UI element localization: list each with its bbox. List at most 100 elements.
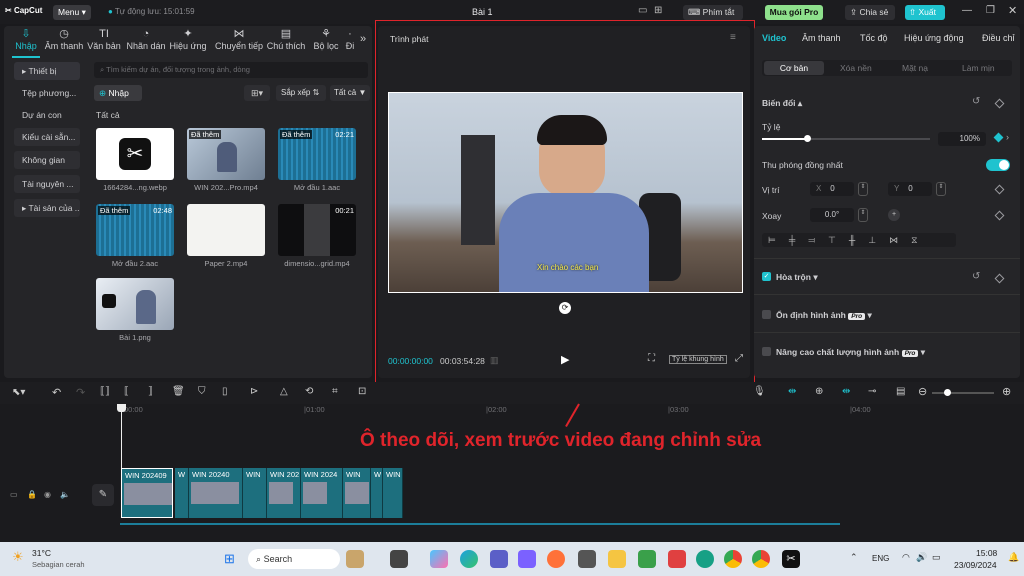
wifi-icon[interactable]: ◠ (902, 552, 910, 563)
rotate-icon[interactable]: ⟲ (305, 386, 313, 397)
expand-tabs-icon[interactable]: » (360, 33, 366, 45)
file-explorer-icon[interactable] (608, 550, 626, 568)
start-button[interactable]: ⊞ (224, 551, 235, 567)
snap-icon[interactable]: ⇹ (842, 386, 850, 397)
chrome-icon[interactable] (724, 550, 742, 568)
close-icon[interactable]: ✕ (1008, 4, 1017, 17)
split-left-icon[interactable]: ⟦ (124, 386, 129, 397)
capcut-taskbar-icon[interactable]: ✂ (782, 550, 800, 568)
chrome-profile-icon[interactable] (752, 550, 770, 568)
video-clip[interactable]: WIN (343, 468, 371, 518)
media-item[interactable]: Đã thêm 02:48 (96, 204, 174, 256)
sort-button[interactable]: Sắp xếp ⇅ (276, 85, 326, 101)
keyframe-icon[interactable] (994, 273, 1005, 284)
align-bottom-icon[interactable]: ⊥ (868, 235, 889, 245)
tray-chevron-icon[interactable]: ⌃ (850, 552, 858, 563)
notification-icon[interactable]: 🔔 (1008, 552, 1019, 563)
share-button[interactable]: ⇪ Chia sẻ (845, 5, 895, 20)
media-item[interactable]: 00:21 (278, 204, 356, 256)
reverse-icon[interactable]: ⊳ (250, 386, 258, 397)
view-toggle-icon[interactable]: ⊞▾ (244, 85, 270, 101)
reset-icon[interactable]: ↺ (972, 96, 980, 107)
clock-time[interactable]: 15:08 (976, 548, 997, 558)
undo-icon[interactable]: ↶ (52, 386, 61, 399)
track-edit-button[interactable]: ✎ (92, 484, 114, 506)
buy-pro-button[interactable]: Mua gói Pro (765, 5, 823, 20)
position-x-input[interactable]: X 0 (810, 182, 854, 196)
sidebar-item-assets[interactable]: ▸ Tài sản của ... (14, 199, 80, 217)
scale-input[interactable]: 100% (938, 132, 986, 146)
link-icon[interactable]: ⇹ (788, 386, 796, 397)
track-visible-icon[interactable]: ◉ (44, 490, 51, 499)
widget-app-icon[interactable] (346, 550, 364, 568)
sidebar-item-media[interactable]: Tệp phương... (14, 84, 80, 102)
language-indicator[interactable]: ENG (872, 554, 889, 563)
edge-icon[interactable] (460, 550, 478, 568)
video-clip[interactable]: WIN 202 (267, 468, 301, 518)
caption-track-icon[interactable]: ▤ (896, 386, 905, 397)
keyframe-icon[interactable] (994, 210, 1005, 221)
delete-icon[interactable]: 🗑 (172, 386, 185, 397)
tab-transition[interactable]: ⋈ Chuyển tiếp (214, 28, 264, 54)
tab-sticker[interactable]: ◔ Nhãn dán (126, 28, 166, 54)
flip-icon[interactable]: ⧖ (911, 235, 930, 245)
microphone-icon[interactable]: 🎙 (753, 386, 766, 397)
layout-icon[interactable]: ▭ (638, 5, 647, 16)
clock-date[interactable]: 23/09/2024 (954, 560, 997, 570)
tab-video[interactable]: Video (762, 33, 786, 43)
menu-button[interactable]: Menu ▾ (53, 5, 91, 20)
media-item[interactable]: Đã thêm 02:21 (278, 128, 356, 180)
scale-slider-track[interactable] (762, 135, 930, 142)
video-clip[interactable]: WIN (383, 468, 403, 518)
align-left-icon[interactable]: ⊨ (768, 235, 789, 245)
redo-icon[interactable]: ↷ (76, 386, 85, 399)
teams-icon[interactable] (490, 550, 508, 568)
marker-icon[interactable]: ⛉ (198, 386, 206, 397)
video-clip[interactable]: WIN (243, 468, 267, 518)
preview-axis-icon[interactable]: ⊸ (868, 386, 876, 397)
copilot-icon[interactable] (430, 550, 448, 568)
weather-icon[interactable]: ☀ (12, 549, 24, 565)
stepper-icon[interactable]: ⇕ (858, 208, 868, 222)
tab-audio[interactable]: Âm thanh (802, 33, 841, 43)
auto-reframe-icon[interactable]: ⊡ (358, 386, 366, 397)
tab-speed[interactable]: Tốc độ (860, 33, 888, 43)
keyframe-active-icon[interactable] (993, 132, 1004, 143)
select-tool-icon[interactable]: ⬉▾ (12, 387, 25, 398)
task-view-icon[interactable] (390, 550, 408, 568)
video-clip-selected[interactable]: WIN 202409 (121, 468, 173, 518)
split-icon[interactable]: ⟦⟧ (100, 386, 110, 397)
scale-slider-knob[interactable] (804, 135, 812, 142)
search-input[interactable]: ⌕ Tìm kiếm dự án, đối tượng trong ảnh, d… (94, 62, 368, 78)
filter-all-button[interactable]: Tất cả ▼ (330, 85, 370, 101)
maximize-icon[interactable]: ❐ (986, 5, 995, 16)
video-clip[interactable]: W (371, 468, 383, 518)
video-clip[interactable]: W (175, 468, 189, 518)
magnet-icon[interactable]: ⊕ (815, 386, 823, 397)
zoom-slider[interactable] (932, 389, 994, 396)
tab-more[interactable]: · Đi (340, 28, 360, 54)
playhead-handle[interactable] (117, 404, 126, 412)
grid-icon[interactable]: ⊞ (654, 5, 662, 16)
export-button[interactable]: ⇧ Xuất (905, 5, 945, 20)
chevron-right-icon[interactable]: › (1006, 132, 1009, 142)
subtab-smooth[interactable]: Làm mịn (962, 63, 995, 73)
subtab-remove-bg[interactable]: Xóa nền (840, 63, 872, 73)
align-top-icon[interactable]: ⊤ (828, 235, 849, 245)
media-item[interactable] (187, 204, 265, 256)
keyframe-icon[interactable] (994, 184, 1005, 195)
sidebar-item-device[interactable]: ▸ Thiết bị (14, 62, 80, 80)
keyframe-icon[interactable] (994, 98, 1005, 109)
sidebar-item-presets[interactable]: Kiểu cài sẵn... (14, 128, 80, 146)
tab-effects[interactable]: ✦ Hiệu ứng (168, 28, 208, 54)
shortcuts-button[interactable]: ⌨ Phím tắt (683, 5, 743, 20)
media-item[interactable] (96, 278, 174, 330)
calculator-icon[interactable] (578, 550, 596, 568)
stabilize-checkbox[interactable] (762, 310, 771, 319)
edge-dev-icon[interactable] (696, 550, 714, 568)
tab-adjust[interactable]: Điều chỉ (982, 33, 1018, 43)
sidebar-item-resources[interactable]: Tài nguyên ... (14, 175, 80, 193)
align-middle-icon[interactable]: ╫ (849, 235, 868, 245)
import-button[interactable]: ⊕ Nhập (94, 85, 142, 101)
tab-import[interactable]: ⇩ Nhập (6, 28, 46, 54)
